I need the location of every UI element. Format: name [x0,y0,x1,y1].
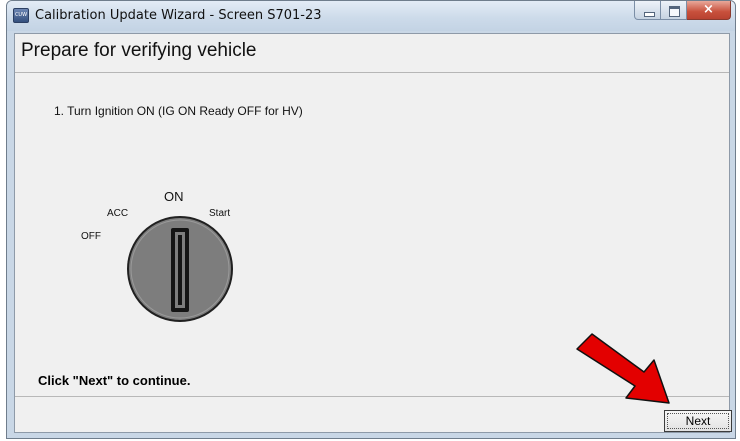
window-title: Calibration Update Wizard - Screen S701-… [35,8,322,23]
continue-instruction: Click "Next" to continue. [38,373,191,388]
ignition-key-cylinder [127,216,233,322]
title-bar[interactable]: CUW Calibration Update Wizard - Screen S… [7,1,735,31]
instruction-text: 1. Turn Ignition ON (IG ON Ready OFF for… [54,104,303,118]
red-arrow-icon [576,333,670,404]
maximize-icon [669,6,680,17]
next-button[interactable]: Next [664,410,732,432]
close-icon: × [703,2,714,17]
page-title: Prepare for verifying vehicle [21,40,257,61]
window-controls: × [634,1,731,21]
ignition-label-off: OFF [81,231,101,242]
app-icon: CUW [13,8,29,23]
ignition-switch-illustration: OFF ACC ON Start [81,184,285,344]
maximize-button[interactable] [661,1,687,20]
page-header: Prepare for verifying vehicle [15,34,729,73]
minimize-icon [644,12,655,17]
minimize-button[interactable] [634,1,661,20]
close-button[interactable]: × [687,1,731,20]
